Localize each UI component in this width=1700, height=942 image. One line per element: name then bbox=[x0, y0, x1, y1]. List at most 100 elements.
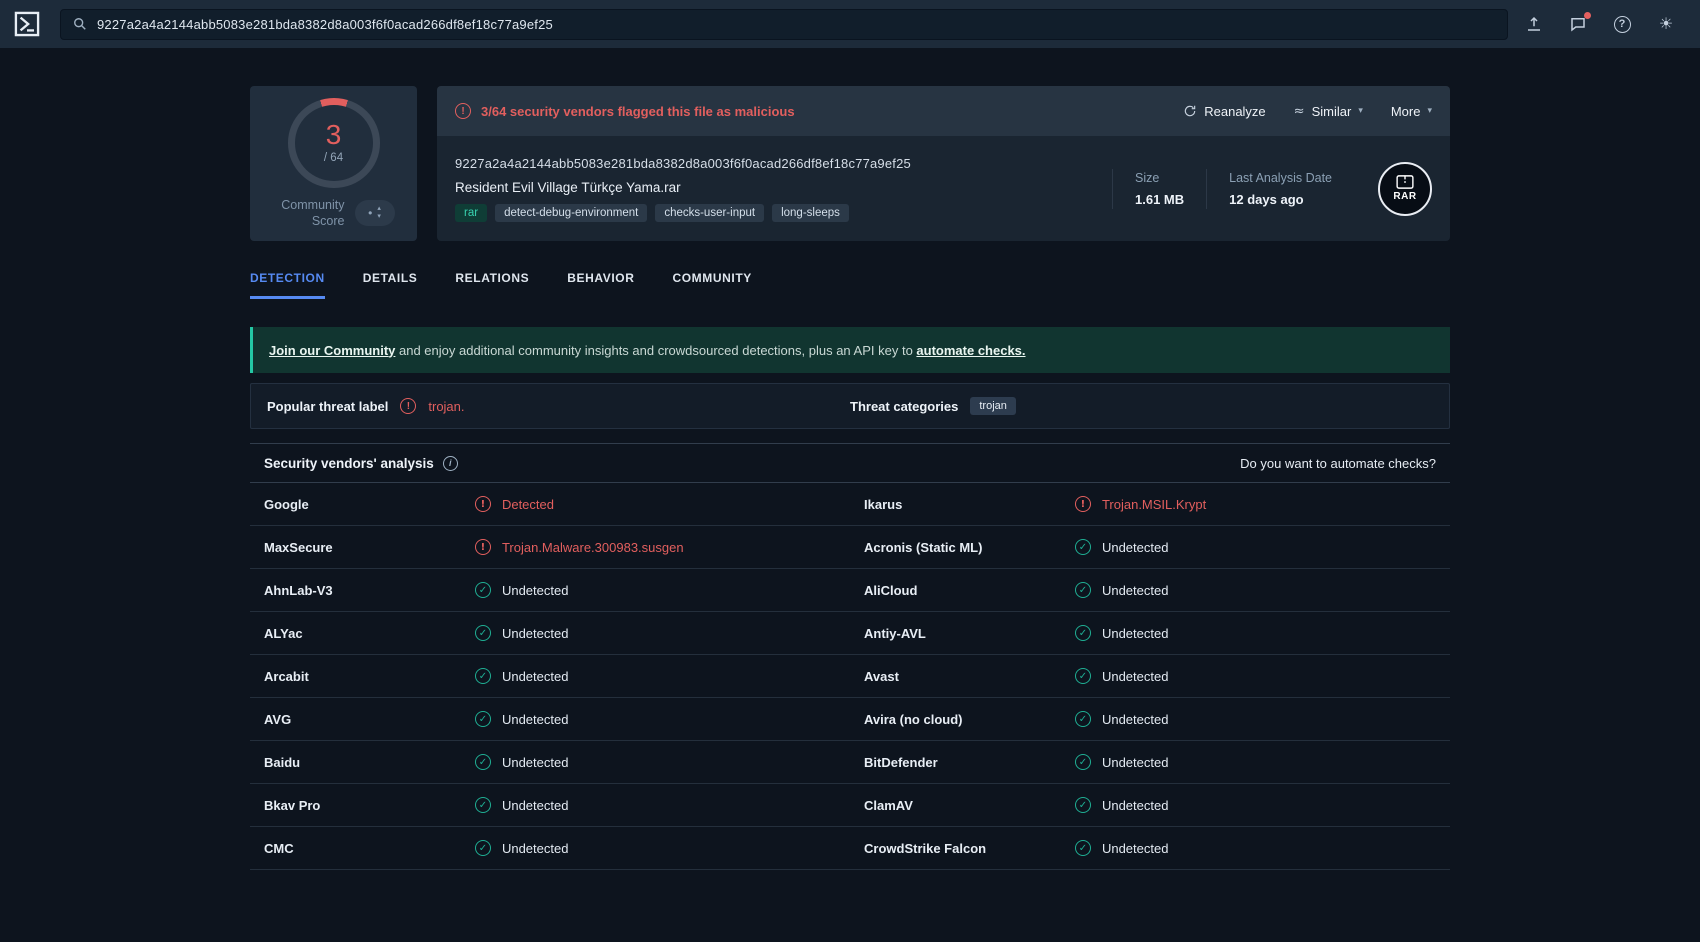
similar-button[interactable]: ≈ Similar ▾ bbox=[1294, 104, 1363, 119]
tab-detection[interactable]: DETECTION bbox=[250, 271, 325, 299]
status-icon bbox=[474, 539, 491, 555]
tag-detect-debug-environment[interactable]: detect-debug-environment bbox=[495, 203, 648, 222]
status-icon bbox=[474, 625, 491, 641]
virustotal-logo[interactable] bbox=[10, 7, 44, 41]
theme-toggle-icon[interactable]: ☀ bbox=[1656, 14, 1676, 34]
table-row: Arcabit Undetected Avast Undetected bbox=[250, 655, 1450, 698]
last-analysis-date: Last Analysis Date 12 days ago bbox=[1206, 168, 1354, 209]
vendor-result-cell: CrowdStrike Falcon Undetected bbox=[850, 827, 1450, 869]
table-row: AVG Undetected Avira (no cloud) Undetect… bbox=[250, 698, 1450, 741]
detection-score: 3 bbox=[325, 119, 342, 151]
tag-long-sleeps[interactable]: long-sleeps bbox=[772, 203, 849, 222]
vendor-result-cell: ALYac Undetected bbox=[250, 612, 850, 654]
table-row: CMC Undetected CrowdStrike Falcon Undete… bbox=[250, 827, 1450, 870]
file-hash: 9227a2a4a2144abb5083e281bda8382d8a003f6f… bbox=[455, 155, 911, 171]
vendor-name: AVG bbox=[264, 711, 292, 727]
notification-dot bbox=[1584, 12, 1591, 19]
tab-details[interactable]: DETAILS bbox=[363, 271, 418, 299]
popular-threat-value: trojan. bbox=[428, 398, 465, 414]
upload-icon[interactable] bbox=[1524, 14, 1544, 34]
vote-dot-icon: • bbox=[368, 205, 373, 220]
vendor-name: Avira (no cloud) bbox=[864, 711, 963, 727]
status-icon bbox=[474, 582, 491, 598]
threat-category-pill[interactable]: trojan bbox=[970, 397, 1016, 415]
tab-relations[interactable]: RELATIONS bbox=[455, 271, 529, 299]
warning-icon: ! bbox=[455, 103, 471, 119]
file-meta: Size 1.61 MB Last Analysis Date 12 days … bbox=[1112, 161, 1432, 216]
community-score-card: 3 / 64 Community Score • ▴ ▾ bbox=[250, 86, 417, 241]
result-text: Undetected bbox=[501, 582, 569, 598]
tab-behavior[interactable]: BEHAVIOR bbox=[567, 271, 634, 299]
size-value: 1.61 MB bbox=[1135, 191, 1185, 207]
analysis-header: Security vendors' analysis i Do you want… bbox=[250, 443, 1450, 483]
result-text: Undetected bbox=[1101, 539, 1169, 555]
result-text: Undetected bbox=[1101, 582, 1169, 598]
vendor-result-cell: Baidu Undetected bbox=[250, 741, 850, 783]
info-icon[interactable]: i bbox=[442, 455, 458, 471]
vendor-result-cell: AhnLab-V3 Undetected bbox=[250, 569, 850, 611]
vote-down-icon[interactable]: ▾ bbox=[377, 212, 381, 221]
community-vote-widget[interactable]: • ▴ ▾ bbox=[354, 199, 395, 226]
vendor-result-cell: Antiy-AVL Undetected bbox=[850, 612, 1450, 654]
status-icon bbox=[1074, 625, 1091, 641]
vendor-result-cell: Arcabit Undetected bbox=[250, 655, 850, 697]
vendor-name: Baidu bbox=[264, 754, 301, 770]
vendor-name: AhnLab-V3 bbox=[264, 582, 333, 598]
vendor-name: Bkav Pro bbox=[264, 797, 321, 813]
similar-icon: ≈ bbox=[1293, 103, 1305, 119]
search-bar[interactable] bbox=[60, 8, 1508, 40]
vendor-name: BitDefender bbox=[864, 754, 938, 770]
result-text: Undetected bbox=[501, 668, 569, 684]
vendor-result-cell: Avira (no cloud) Undetected bbox=[850, 698, 1450, 740]
automate-checks-prompt[interactable]: Do you want to automate checks? bbox=[1240, 456, 1436, 471]
more-button[interactable]: More ▾ bbox=[1391, 104, 1432, 119]
join-community-link[interactable]: Join our Community bbox=[269, 343, 395, 358]
tag-rar[interactable]: rar bbox=[455, 203, 488, 222]
reanalyze-icon bbox=[1183, 104, 1197, 118]
status-icon bbox=[1074, 840, 1091, 856]
vendor-name: Avast bbox=[864, 668, 899, 684]
result-text: Undetected bbox=[501, 754, 569, 770]
feedback-icon[interactable] bbox=[1568, 12, 1591, 34]
vendors-table: Google Detected Ikarus Trojan.MSIL.Krypt… bbox=[250, 483, 1450, 870]
status-icon bbox=[1074, 668, 1091, 684]
result-text: Undetected bbox=[1101, 797, 1169, 813]
status-icon bbox=[474, 840, 491, 856]
banner-text: and enjoy additional community insights … bbox=[395, 342, 917, 358]
tag-checks-user-input[interactable]: checks-user-input bbox=[655, 203, 765, 222]
result-text: Undetected bbox=[1101, 711, 1169, 727]
file-card-body: 9227a2a4a2144abb5083e281bda8382d8a003f6f… bbox=[437, 136, 1450, 241]
vendor-result-cell: ClamAV Undetected bbox=[850, 784, 1450, 826]
tab-bar: DETECTION DETAILS RELATIONS BEHAVIOR COM… bbox=[250, 271, 1450, 299]
status-icon bbox=[1074, 711, 1091, 727]
vendor-name: ClamAV bbox=[864, 797, 913, 813]
search-icon bbox=[73, 17, 87, 31]
last-analysis-value: 12 days ago bbox=[1229, 191, 1304, 207]
table-row: AhnLab-V3 Undetected AliCloud Undetected bbox=[250, 569, 1450, 612]
vendor-name: Acronis (Static ML) bbox=[864, 539, 983, 555]
file-size: Size 1.61 MB bbox=[1112, 168, 1206, 209]
automate-checks-link[interactable]: automate checks. bbox=[916, 343, 1025, 358]
reanalyze-button[interactable]: Reanalyze bbox=[1183, 104, 1266, 119]
search-input[interactable] bbox=[97, 16, 1495, 32]
result-text: Undetected bbox=[501, 711, 569, 727]
table-row: Google Detected Ikarus Trojan.MSIL.Krypt bbox=[250, 483, 1450, 526]
size-label: Size bbox=[1135, 170, 1160, 185]
table-row: MaxSecure Trojan.Malware.300983.susgen A… bbox=[250, 526, 1450, 569]
vendor-name: Antiy-AVL bbox=[864, 625, 926, 641]
vendor-result-cell: Acronis (Static ML) Undetected bbox=[850, 526, 1450, 568]
vendor-result-cell: BitDefender Undetected bbox=[850, 741, 1450, 783]
status-icon bbox=[1074, 754, 1091, 770]
filetype-badge: RAR bbox=[1378, 161, 1432, 216]
community-score-label: Community Score bbox=[281, 197, 345, 228]
popular-threat-label: Popular threat label bbox=[267, 398, 389, 414]
table-row: Baidu Undetected BitDefender Undetected bbox=[250, 741, 1450, 784]
status-icon bbox=[474, 711, 491, 727]
tab-community[interactable]: COMMUNITY bbox=[672, 271, 751, 299]
filetype-label: RAR bbox=[1393, 191, 1417, 202]
result-text: Undetected bbox=[1101, 668, 1169, 684]
vendor-name: MaxSecure bbox=[264, 539, 333, 555]
archive-icon bbox=[1396, 175, 1414, 189]
vendor-result-cell: Ikarus Trojan.MSIL.Krypt bbox=[850, 483, 1450, 525]
help-icon[interactable]: ? bbox=[1612, 14, 1632, 34]
